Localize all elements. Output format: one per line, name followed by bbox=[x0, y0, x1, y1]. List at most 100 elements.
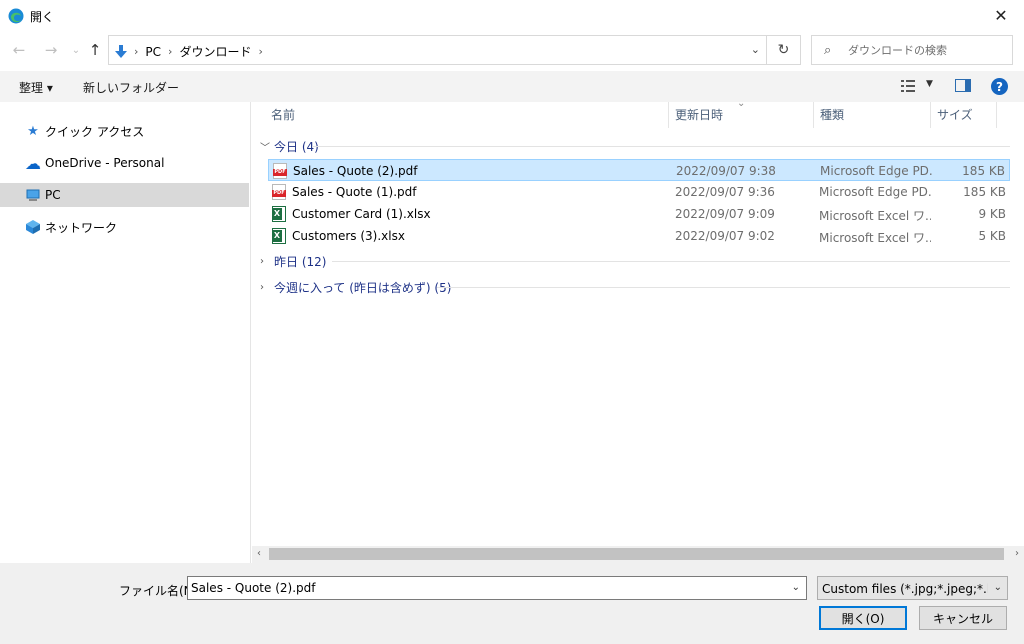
download-folder-icon bbox=[115, 44, 127, 58]
file-name: Sales - Quote (1).pdf bbox=[292, 185, 417, 199]
file-type-filter-value: Custom files (*.jpg;*.jpeg;*.bmp; bbox=[822, 582, 988, 596]
horizontal-scrollbar[interactable]: ‹ › bbox=[252, 546, 1024, 563]
file-row-customer-card[interactable]: Customer Card (1).xlsx 2022/09/07 9:09 M… bbox=[268, 203, 1010, 225]
column-header-date[interactable]: 更新日時 bbox=[669, 102, 814, 128]
breadcrumb-item-downloads[interactable]: ダウンロード bbox=[179, 43, 251, 60]
pdf-file-icon bbox=[272, 184, 286, 200]
file-date: 2022/09/07 9:38 bbox=[676, 164, 776, 178]
refresh-button[interactable]: ↻ bbox=[766, 36, 800, 64]
chevron-down-icon[interactable]: ⌄ bbox=[792, 582, 800, 593]
column-headers: 名前 ⌄ 更新日時 種類 サイズ bbox=[252, 98, 1024, 128]
sidebar-item-onedrive[interactable]: ☁ OneDrive - Personal bbox=[0, 151, 249, 175]
close-icon: ✕ bbox=[994, 6, 1008, 25]
chevron-down-icon: ﹀ bbox=[260, 142, 270, 154]
file-type-filter[interactable]: Custom files (*.jpg;*.jpeg;*.bmp; ⌄ bbox=[817, 576, 1008, 600]
group-header-this-week[interactable]: › 今週に入って (昨日は含めず) (5) bbox=[260, 278, 451, 296]
file-row-sales-quote-1[interactable]: Sales - Quote (1).pdf 2022/09/07 9:36 Mi… bbox=[268, 181, 1010, 203]
chevron-right-icon: › bbox=[260, 281, 264, 293]
sidebar-item-label: クイック アクセス bbox=[45, 124, 145, 139]
filename-combobox[interactable]: ⌄ bbox=[187, 576, 807, 600]
back-button[interactable]: ← bbox=[9, 39, 29, 61]
preview-pane-icon[interactable] bbox=[955, 79, 971, 92]
sidebar-item-quick-access[interactable]: ★ クイック アクセス bbox=[0, 119, 249, 143]
file-name: Customer Card (1).xlsx bbox=[292, 207, 431, 221]
view-details-icon[interactable] bbox=[901, 79, 915, 93]
dialog-footer: ファイル名(N): ⌄ Custom files (*.jpg;*.jpeg;*… bbox=[0, 563, 1024, 644]
up-arrow-icon: ↑ bbox=[88, 41, 102, 59]
edge-icon bbox=[8, 8, 24, 24]
chevron-down-icon: ⌄ bbox=[993, 582, 1002, 593]
scroll-left-icon[interactable]: ‹ bbox=[257, 548, 261, 559]
group-divider bbox=[437, 287, 1010, 288]
new-folder-button[interactable]: 新しいフォルダー bbox=[83, 79, 179, 96]
star-icon: ★ bbox=[27, 123, 39, 139]
column-header-size[interactable]: サイズ bbox=[931, 102, 997, 128]
file-type: Microsoft Excel ワ... bbox=[819, 231, 931, 245]
scrollbar-thumb[interactable] bbox=[269, 548, 1004, 560]
group-label: 昨日 (12) bbox=[274, 254, 327, 269]
command-bar: 整理 ▾ 新しいフォルダー ▼ ? bbox=[0, 71, 1024, 102]
column-header-name[interactable]: 名前 bbox=[265, 102, 669, 128]
sidebar-item-pc[interactable]: PC bbox=[0, 183, 249, 207]
file-size: 5 KB bbox=[978, 229, 1006, 243]
forward-button[interactable]: → bbox=[41, 39, 61, 61]
group-label: 今週に入って (昨日は含めず) (5) bbox=[274, 280, 452, 295]
navigation-pane: ★ クイック アクセス ☁ OneDrive - Personal PC ネット… bbox=[0, 102, 251, 563]
up-button[interactable]: ↑ bbox=[85, 39, 105, 61]
open-button[interactable]: 開く(O) bbox=[819, 606, 907, 630]
sidebar-item-label: OneDrive - Personal bbox=[45, 156, 165, 170]
address-row: ← → ⌄ ↑ › PC › ダウンロード › ⌄ ↻ ⌕ bbox=[0, 31, 1024, 71]
group-header-today[interactable]: ﹀ 今日 (4) bbox=[260, 137, 319, 155]
file-date: 2022/09/07 9:09 bbox=[675, 207, 775, 221]
title-bar: 開く ✕ bbox=[0, 0, 1024, 31]
breadcrumb-separator-icon: › bbox=[134, 45, 139, 58]
file-date: 2022/09/07 9:36 bbox=[675, 185, 775, 199]
file-date: 2022/09/07 9:02 bbox=[675, 229, 775, 243]
breadcrumb-separator-icon: › bbox=[168, 45, 173, 58]
computer-icon bbox=[26, 189, 40, 201]
address-bar[interactable]: › PC › ダウンロード › ⌄ ↻ bbox=[108, 35, 801, 65]
file-row-customers-3[interactable]: Customers (3).xlsx 2022/09/07 9:02 Micro… bbox=[268, 225, 1010, 247]
excel-file-icon bbox=[272, 206, 286, 222]
breadcrumb: › PC › ダウンロード › bbox=[115, 43, 263, 60]
column-header-type[interactable]: 種類 bbox=[814, 102, 931, 128]
file-size: 185 KB bbox=[963, 185, 1006, 199]
file-size: 185 KB bbox=[962, 164, 1005, 178]
search-box[interactable]: ⌕ bbox=[811, 35, 1013, 65]
address-dropdown-icon[interactable]: ⌄ bbox=[751, 43, 760, 56]
chevron-down-icon: ⌄ bbox=[71, 44, 81, 56]
network-icon bbox=[26, 220, 40, 234]
search-input[interactable] bbox=[848, 41, 1006, 59]
file-type: Microsoft Edge PD... bbox=[820, 164, 932, 178]
breadcrumb-item-pc[interactable]: PC bbox=[145, 45, 161, 59]
view-options-dropdown-icon[interactable]: ▼ bbox=[926, 79, 933, 89]
file-type: Microsoft Edge PD... bbox=[819, 185, 931, 199]
breadcrumb-separator-icon: › bbox=[258, 45, 263, 58]
filename-input[interactable] bbox=[191, 580, 781, 596]
refresh-icon: ↻ bbox=[777, 42, 790, 58]
sidebar-item-label: ネットワーク bbox=[45, 220, 118, 235]
file-size: 9 KB bbox=[978, 207, 1006, 221]
file-name: Customers (3).xlsx bbox=[292, 229, 405, 243]
file-list: 名前 ⌄ 更新日時 種類 サイズ ﹀ 今日 (4) Sales - Quote … bbox=[252, 98, 1024, 563]
group-divider bbox=[332, 261, 1010, 262]
sidebar-item-network[interactable]: ネットワーク bbox=[0, 215, 249, 239]
forward-arrow-icon: → bbox=[44, 41, 58, 59]
file-name: Sales - Quote (2).pdf bbox=[293, 164, 418, 178]
scroll-right-icon[interactable]: › bbox=[1015, 548, 1019, 559]
chevron-right-icon: › bbox=[260, 255, 264, 267]
sidebar-item-label: PC bbox=[45, 188, 61, 202]
pdf-file-icon bbox=[273, 163, 287, 179]
file-row-sales-quote-2[interactable]: Sales - Quote (2).pdf 2022/09/07 9:38 Mi… bbox=[268, 159, 1010, 181]
recent-locations-button[interactable]: ⌄ bbox=[66, 39, 86, 61]
excel-file-icon bbox=[272, 228, 286, 244]
file-type: Microsoft Excel ワ... bbox=[819, 209, 931, 223]
cancel-button[interactable]: キャンセル bbox=[919, 606, 1007, 630]
back-arrow-icon: ← bbox=[12, 41, 26, 59]
group-header-yesterday[interactable]: › 昨日 (12) bbox=[260, 252, 326, 270]
group-divider bbox=[312, 146, 1010, 147]
search-icon: ⌕ bbox=[824, 43, 832, 58]
close-button[interactable]: ✕ bbox=[978, 0, 1024, 31]
organize-button[interactable]: 整理 ▾ bbox=[19, 79, 53, 96]
help-icon[interactable]: ? bbox=[991, 78, 1008, 95]
